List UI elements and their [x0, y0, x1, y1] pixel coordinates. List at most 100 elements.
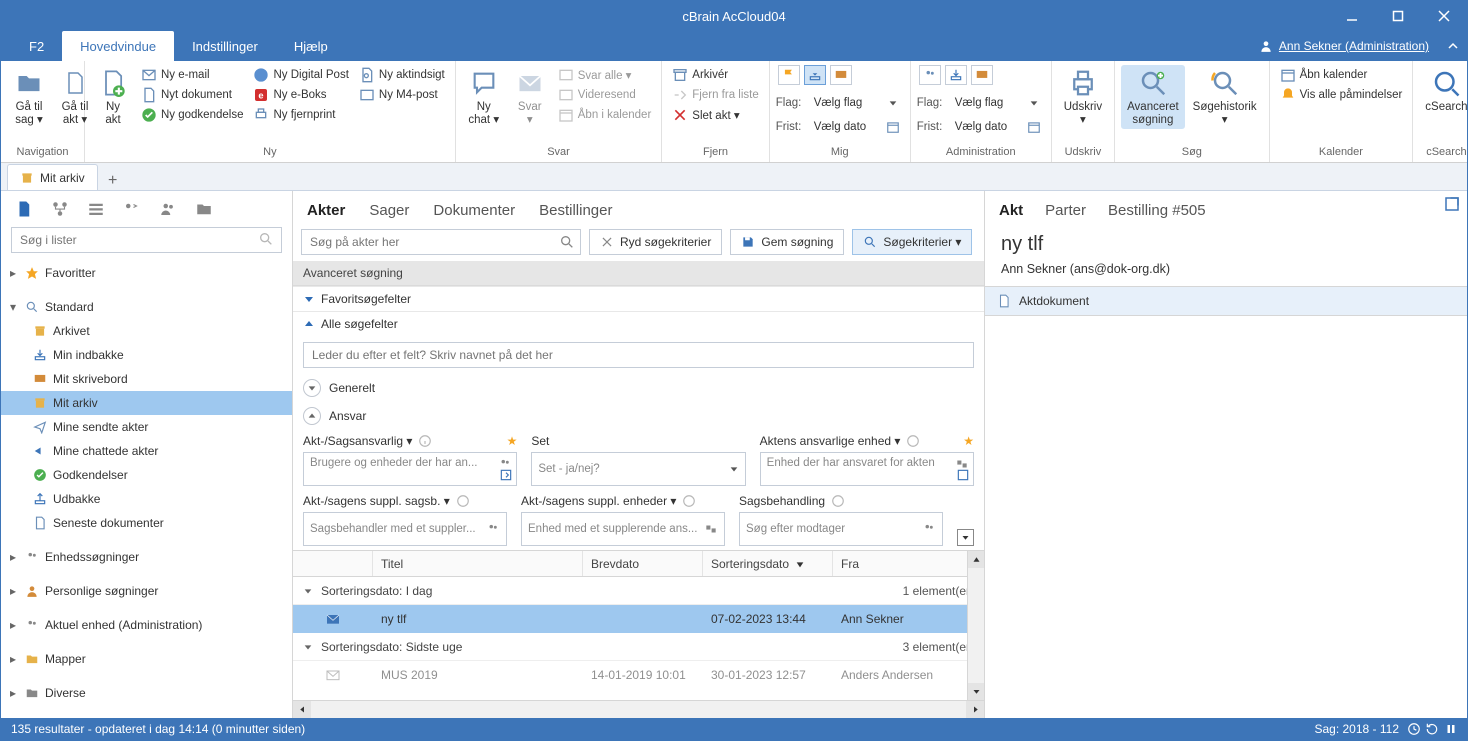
tree-aktuel-enhed[interactable]: ▸Aktuel enhed (Administration)	[1, 613, 292, 637]
center-tab-akter[interactable]: Akter	[307, 202, 345, 219]
sogehistorik-button[interactable]: Søgehistorik ▾	[1187, 65, 1263, 129]
star-icon[interactable]: ★	[963, 434, 974, 448]
csearch-button[interactable]: cSearch	[1419, 65, 1468, 116]
col-sorteringsdato[interactable]: Sorteringsdato	[703, 551, 833, 576]
adm-tray-icon[interactable]	[945, 65, 967, 85]
ansvarlige-enhed-input[interactable]: Enhed der har ansvaret for akten	[760, 452, 974, 486]
menu-f2[interactable]: F2	[11, 31, 62, 61]
alle-sogefelter-toggle[interactable]: Alle søgefelter	[293, 311, 984, 336]
col-fra[interactable]: Fra	[833, 551, 984, 576]
ny-chat-button[interactable]: Ny chat ▾	[462, 65, 506, 129]
expand-icon[interactable]	[499, 468, 513, 482]
set-dropdown[interactable]: Set - ja/nej?	[531, 452, 745, 486]
tree-min-indbakke[interactable]: Min indbakke	[1, 343, 292, 367]
tree-favoritter[interactable]: ▸Favoritter	[1, 261, 292, 285]
ny-akt-button[interactable]: Ny akt	[91, 65, 135, 129]
preview-attachment-aktdokument[interactable]: Aktdokument	[985, 286, 1467, 316]
grid-row-mus2019[interactable]: MUS 2019 14-01-2019 10:01 30-01-2023 12:…	[293, 661, 984, 689]
slet-akt-button[interactable]: Slet akt ▾	[668, 105, 762, 125]
field-search-input[interactable]	[303, 342, 974, 368]
preview-maximize[interactable]	[1443, 195, 1461, 213]
adm-users-icon[interactable]	[919, 65, 941, 85]
ryd-sogekriterier-button[interactable]: Ryd søgekriterier	[589, 229, 722, 255]
grid-hscrollbar[interactable]	[293, 700, 984, 718]
favorit-sogefelter-toggle[interactable]: Favoritsøgefelter	[293, 286, 984, 311]
suppl-enheder-input[interactable]: Enhed med et supplerende ans...	[521, 512, 725, 546]
view-org-icon[interactable]	[51, 200, 69, 218]
view-transfer-icon[interactable]	[123, 200, 141, 218]
status-pause-icon[interactable]	[1445, 722, 1457, 736]
udskriv-button[interactable]: Udskriv ▾	[1058, 65, 1108, 129]
mig-flag-picker[interactable]	[882, 93, 904, 113]
tree-mine-chattede[interactable]: Mine chattede akter	[1, 439, 292, 463]
adm-date-picker[interactable]	[1023, 117, 1045, 137]
ny-aktindsigt-button[interactable]: Ny aktindsigt	[355, 65, 449, 85]
mig-date-picker[interactable]	[882, 117, 904, 137]
abn-kalender-main-button[interactable]: Åbn kalender	[1276, 65, 1407, 85]
window-maximize[interactable]	[1375, 1, 1421, 31]
view-folder-icon[interactable]	[195, 200, 213, 218]
tree-diverse[interactable]: ▸Diverse	[1, 681, 292, 705]
more-search-fields-dropdown[interactable]	[957, 529, 974, 546]
sagsbehandling-input[interactable]: Søg efter modtager	[739, 512, 943, 546]
add-tab-button[interactable]: +	[100, 172, 126, 190]
tree-mapper[interactable]: ▸Mapper	[1, 647, 292, 671]
center-tab-dokumenter[interactable]: Dokumenter	[433, 202, 515, 219]
ansvar-section-toggle[interactable]: Ansvar	[293, 402, 984, 430]
mig-desk-icon[interactable]	[830, 65, 852, 85]
expand-icon[interactable]	[956, 468, 970, 482]
tree-mit-arkiv[interactable]: Mit arkiv	[1, 391, 292, 415]
videresend-button[interactable]: Videresend	[554, 85, 656, 105]
nyt-dokument-button[interactable]: Nyt dokument	[137, 85, 247, 105]
tree-seneste-dokumenter[interactable]: Seneste dokumenter	[1, 511, 292, 535]
tree-standard[interactable]: ▾Standard	[1, 295, 292, 319]
group-header-sidste-uge[interactable]: Sorteringsdato: Sidste uge3 element(er)	[293, 633, 984, 661]
akter-search-input[interactable]	[301, 229, 581, 255]
grid-vscrollbar[interactable]	[967, 551, 984, 700]
svar-alle-button[interactable]: Svar alle ▾	[554, 65, 656, 85]
window-close[interactable]	[1421, 1, 1467, 31]
sogekriterier-button[interactable]: Søgekriterier ▾	[852, 229, 972, 255]
view-cards-icon[interactable]	[87, 200, 105, 218]
adm-desk-icon[interactable]	[971, 65, 993, 85]
menu-indstillinger[interactable]: Indstillinger	[174, 31, 276, 61]
fjern-fra-liste-button[interactable]: Fjern fra liste	[668, 85, 762, 105]
abn-kalender-button[interactable]: Åbn i kalender	[554, 105, 656, 125]
star-icon[interactable]: ★	[507, 434, 518, 448]
tree-godkendelser[interactable]: Godkendelser	[1, 463, 292, 487]
goto-sag-button[interactable]: Gå til sag ▾	[7, 65, 51, 129]
window-minimize[interactable]	[1329, 1, 1375, 31]
current-user[interactable]: Ann Sekner (Administration)	[1259, 31, 1439, 61]
gem-sogning-button[interactable]: Gem søgning	[730, 229, 844, 255]
ny-godkendelse-button[interactable]: Ny godkendelse	[137, 105, 247, 125]
tree-enhedssogninger[interactable]: ▸Enhedssøgninger	[1, 545, 292, 569]
col-brevdato[interactable]: Brevdato	[583, 551, 703, 576]
arkiver-button[interactable]: Arkivér	[668, 65, 762, 85]
generelt-section-toggle[interactable]: Generelt	[293, 374, 984, 402]
tree-personlige-sogninger[interactable]: ▸Personlige søgninger	[1, 579, 292, 603]
center-tab-bestillinger[interactable]: Bestillinger	[539, 202, 612, 219]
tree-mine-sendte[interactable]: Mine sendte akter	[1, 415, 292, 439]
status-refresh-icon[interactable]	[1425, 722, 1439, 736]
list-search-input[interactable]	[11, 227, 282, 253]
menu-hovedvindue[interactable]: Hovedvindue	[62, 31, 174, 61]
center-tab-sager[interactable]: Sager	[369, 202, 409, 219]
group-header-idag[interactable]: Sorteringsdato: I dag1 element(er)	[293, 577, 984, 605]
col-titel[interactable]: Titel	[373, 551, 583, 576]
menu-hjaelp[interactable]: Hjælp	[276, 31, 346, 61]
mig-tray-icon[interactable]	[804, 65, 826, 85]
ribbon-collapse[interactable]	[1439, 31, 1467, 61]
preview-tab-parter[interactable]: Parter	[1045, 202, 1086, 219]
tree-udbakke[interactable]: Udbakke	[1, 487, 292, 511]
mig-flag-icon[interactable]	[778, 65, 800, 85]
tree-mit-skrivebord[interactable]: Mit skrivebord	[1, 367, 292, 391]
view-list-icon[interactable]	[15, 200, 33, 218]
avanceret-sogning-button[interactable]: Avanceret søgning	[1121, 65, 1185, 129]
suppl-sagsb-input[interactable]: Sagsbehandler med et suppler...	[303, 512, 507, 546]
svar-button[interactable]: Svar ▾	[508, 65, 552, 129]
ny-digital-post-button[interactable]: Ny Digital Post	[249, 65, 352, 85]
akt-sagsansvarlig-input[interactable]: Brugere og enheder der har an...	[303, 452, 517, 486]
preview-tab-akt[interactable]: Akt	[999, 202, 1023, 219]
tree-arkivet[interactable]: Arkivet	[1, 319, 292, 343]
vis-pamindelser-button[interactable]: Vis alle påmindelser	[1276, 85, 1407, 105]
